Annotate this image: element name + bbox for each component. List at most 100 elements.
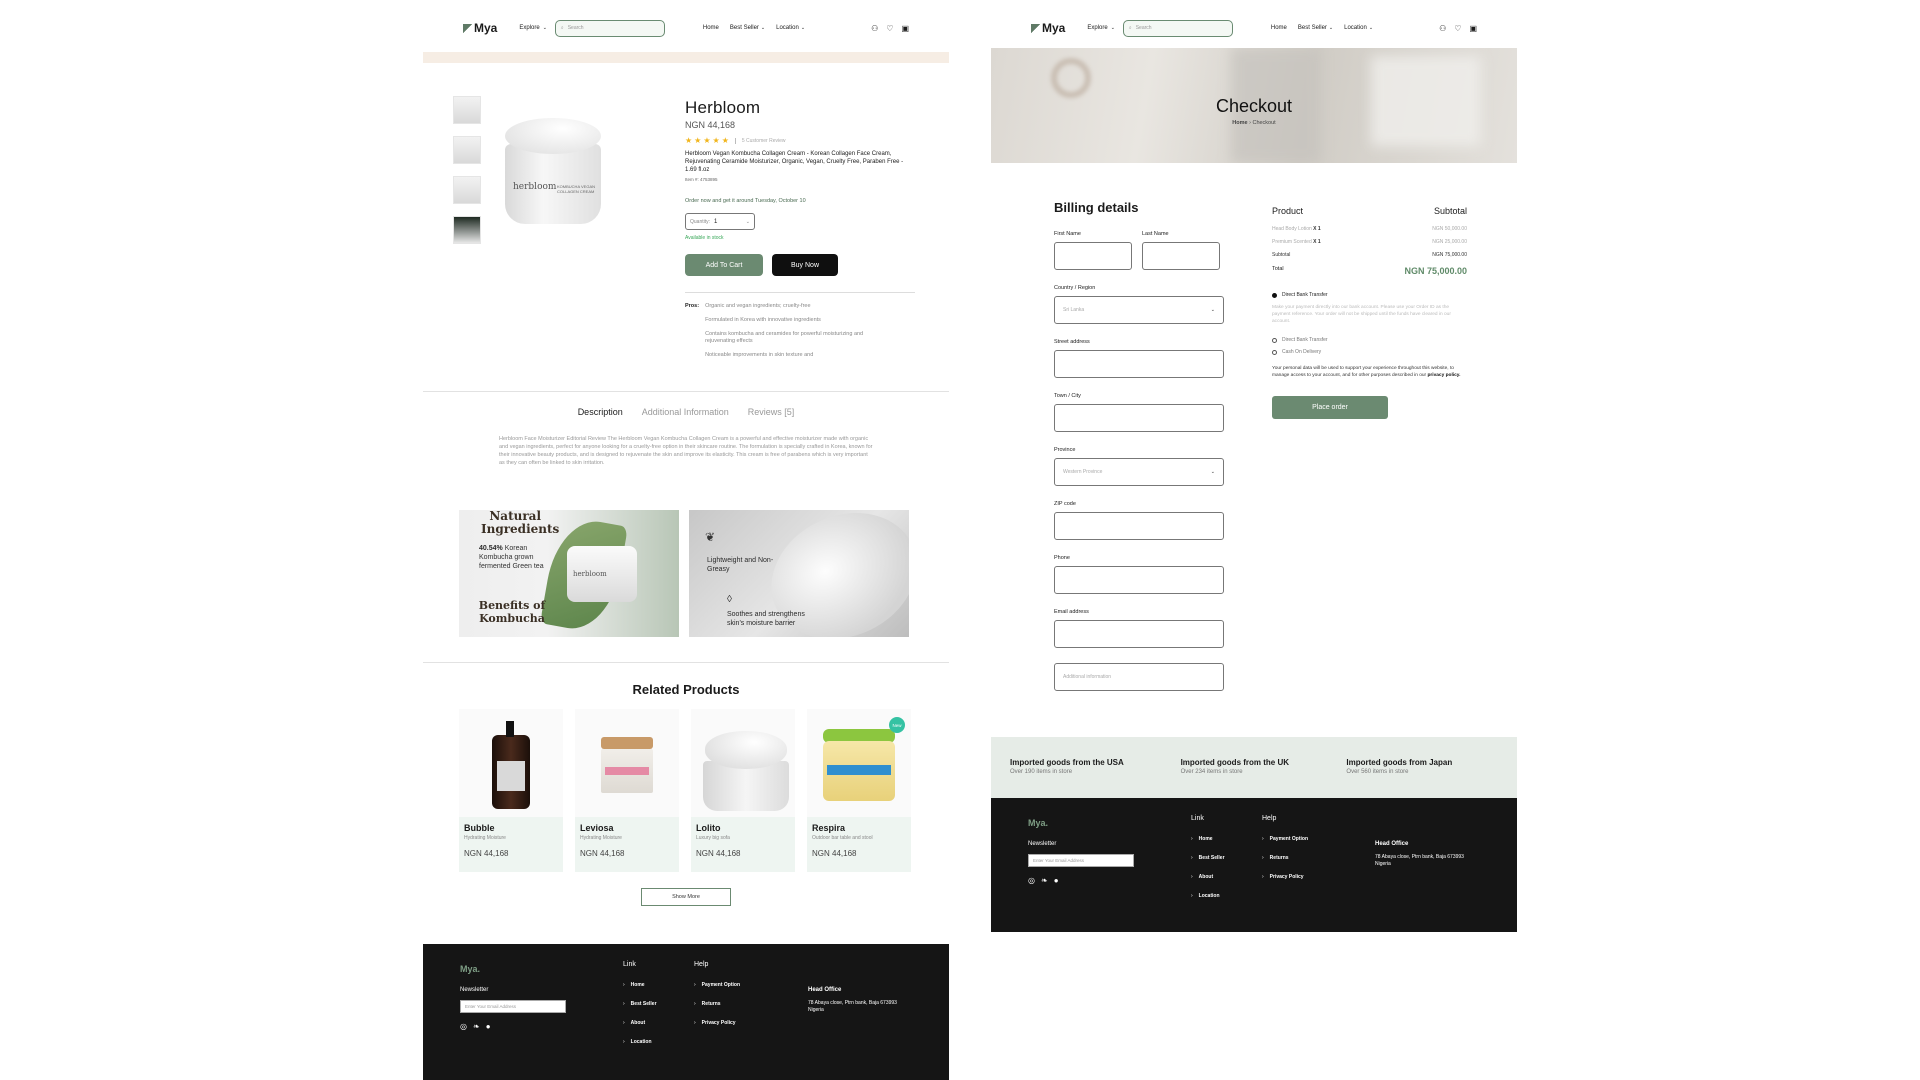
street-label: Street address (1054, 339, 1090, 345)
twitter-icon[interactable]: ❧ (473, 1022, 480, 1031)
heart-icon[interactable]: ♡ (886, 24, 893, 33)
search-input[interactable]: ⌕ Search (1122, 19, 1233, 37)
product-card[interactable]: Bubble Hydrating Moisture NGN 44,168 (459, 709, 563, 872)
nav-location[interactable]: Location ⌄ (776, 25, 805, 31)
last-name-field[interactable] (1142, 242, 1220, 270)
privacy-policy-link[interactable]: privacy policy. (1427, 373, 1460, 378)
product-thumbnail[interactable] (453, 136, 481, 164)
product-thumbnail[interactable] (453, 96, 481, 124)
zip-field[interactable] (1054, 512, 1224, 540)
footer-link-best-seller[interactable]: Best Seller (1191, 855, 1225, 861)
first-name-field[interactable] (1054, 242, 1132, 270)
product-card-price: NGN 44,168 (696, 849, 741, 858)
footer-link-home[interactable]: Home (623, 982, 657, 988)
province-select[interactable]: Western Province ⌄ (1054, 458, 1224, 486)
newsletter-email-input[interactable]: Enter Your Email Address (460, 1000, 566, 1013)
street-field[interactable] (1054, 350, 1224, 378)
phone-field[interactable] (1054, 566, 1224, 594)
product-thumbnail[interactable] (453, 176, 481, 204)
logo[interactable]: Mya (463, 21, 497, 35)
footer-link-payment-option[interactable]: Payment Option (694, 982, 740, 988)
payment-option-bank-transfer[interactable]: Direct Bank Transfer (1272, 337, 1467, 343)
email-label: Email address (1054, 609, 1089, 615)
explore-dropdown[interactable]: Explore ⌄ (1087, 25, 1115, 31)
site-footer: Mya. Newsletter Enter Your Email Address… (423, 944, 949, 1080)
order-summary: Product Subtotal Head Body Lotion X 1 NG… (1272, 206, 1467, 419)
country-label: Country / Region (1054, 285, 1096, 291)
nav-best-seller[interactable]: Best Seller ⌄ (730, 25, 765, 31)
import-usa[interactable]: Imported goods from the USA Over 190 item… (1010, 758, 1181, 798)
buy-now-button[interactable]: Buy Now (772, 254, 838, 276)
footer-link-about[interactable]: About (1191, 874, 1225, 880)
nav-best-seller[interactable]: Best Seller ⌄ (1298, 25, 1333, 31)
site-footer: Mya. Newsletter Enter Your Email Address… (991, 798, 1517, 932)
footer-link-privacy-policy[interactable]: Privacy Policy (694, 1020, 740, 1026)
newsletter-email-input[interactable]: Enter Your Email Address (1028, 854, 1134, 867)
checkout-page: Mya Explore ⌄ ⌕ Search Home Best Seller ⌄ L… (991, 0, 1517, 932)
additional-information-field[interactable]: Additional information (1054, 663, 1224, 691)
footer-link-best-seller[interactable]: Best Seller (623, 1001, 657, 1007)
footer-logo[interactable]: Mya. (1028, 818, 1048, 828)
show-more-button[interactable]: Show More (641, 888, 731, 906)
jar-brand-label: herbloom (513, 182, 557, 192)
nav-home[interactable]: Home (703, 25, 719, 31)
tab-description[interactable]: Description (578, 407, 623, 417)
import-japan[interactable]: Imported goods from Japan Over 560 items … (1346, 758, 1517, 798)
product-card[interactable]: New Respira Outdoor bar table and stool … (807, 709, 911, 872)
product-card-name: Bubble (464, 823, 495, 833)
payment-option-cash-on-delivery[interactable]: Cash On Delivery (1272, 349, 1467, 355)
explore-dropdown[interactable]: Explore ⌄ (519, 25, 547, 31)
chevron-down-icon: ⌄ (1210, 469, 1215, 475)
logo[interactable]: Mya (1031, 21, 1065, 35)
cart-icon[interactable]: ▣ (1469, 24, 1477, 33)
page-title: Checkout (1215, 96, 1293, 116)
user-icon[interactable]: ⚇ (871, 24, 878, 33)
town-field[interactable] (1054, 404, 1224, 432)
nav-home[interactable]: Home (1271, 25, 1287, 31)
product-card[interactable]: Leviosa Hydrating Moisture NGN 44,168 (575, 709, 679, 872)
user-icon[interactable]: ⚇ (1439, 24, 1446, 33)
instagram-icon[interactable]: ◎ (460, 1022, 467, 1031)
add-to-cart-button[interactable]: Add To Cart (685, 254, 763, 276)
footer-link-returns[interactable]: Returns (1262, 855, 1308, 861)
place-order-button[interactable]: Place order (1272, 396, 1388, 419)
chevron-down-icon: ⌄ (745, 218, 750, 225)
description-text: Herbloom Face Moisturizer Editorial Revi… (499, 436, 873, 466)
product-card[interactable]: Lolito Luxury big sofa NGN 44,168 (691, 709, 795, 872)
footer-logo[interactable]: Mya. (460, 964, 480, 974)
product-card-name: Lolito (696, 823, 721, 833)
facebook-icon[interactable]: ● (1054, 876, 1059, 885)
head-office-address: 78 Abaya close, Ptrn bank, Baja 673993 N… (808, 1000, 897, 1013)
footer-help-list: Payment Option Returns Privacy Policy (1262, 836, 1308, 880)
cart-icon[interactable]: ▣ (901, 24, 909, 33)
nav-location[interactable]: Location ⌄ (1344, 25, 1373, 31)
tab-additional-information[interactable]: Additional Information (642, 407, 729, 417)
breadcrumb-home[interactable]: Home (1232, 120, 1247, 126)
star-rating-icon: ★★★★★ (685, 136, 731, 145)
footer-link-returns[interactable]: Returns (694, 1001, 740, 1007)
facebook-icon[interactable]: ● (486, 1022, 491, 1031)
twitter-icon[interactable]: ❧ (1041, 876, 1048, 885)
product-thumbnail[interactable] (453, 216, 481, 244)
footer-link-payment-option[interactable]: Payment Option (1262, 836, 1308, 842)
footer-link-about[interactable]: About (623, 1020, 657, 1026)
tab-reviews[interactable]: Reviews [5] (748, 407, 795, 417)
email-field[interactable] (1054, 620, 1224, 648)
chevron-down-icon: ⌄ (800, 25, 806, 31)
country-select[interactable]: Sri Lanka ⌄ (1054, 296, 1224, 324)
footer-link-home[interactable]: Home (1191, 836, 1225, 842)
footer-link-privacy-policy[interactable]: Privacy Policy (1262, 874, 1308, 880)
search-input[interactable]: ⌕ Search (554, 19, 665, 37)
instagram-icon[interactable]: ◎ (1028, 876, 1035, 885)
header-icons: ⚇ ♡ ▣ (1439, 24, 1477, 33)
heart-icon[interactable]: ♡ (1454, 24, 1461, 33)
review-count[interactable]: 5 Customer Review (734, 137, 786, 144)
chevron-down-icon: ⌄ (542, 25, 547, 31)
payment-direct-bank-selected[interactable]: Direct Bank Transfer (1272, 292, 1467, 298)
province-label: Province (1054, 447, 1076, 453)
phone-label: Phone (1054, 555, 1070, 561)
footer-link-location[interactable]: Location (623, 1039, 657, 1045)
import-uk[interactable]: Imported goods from the UK Over 234 items… (1181, 758, 1347, 798)
quantity-select[interactable]: Quantity: 1 ⌄ (685, 213, 755, 230)
footer-link-location[interactable]: Location (1191, 893, 1225, 899)
